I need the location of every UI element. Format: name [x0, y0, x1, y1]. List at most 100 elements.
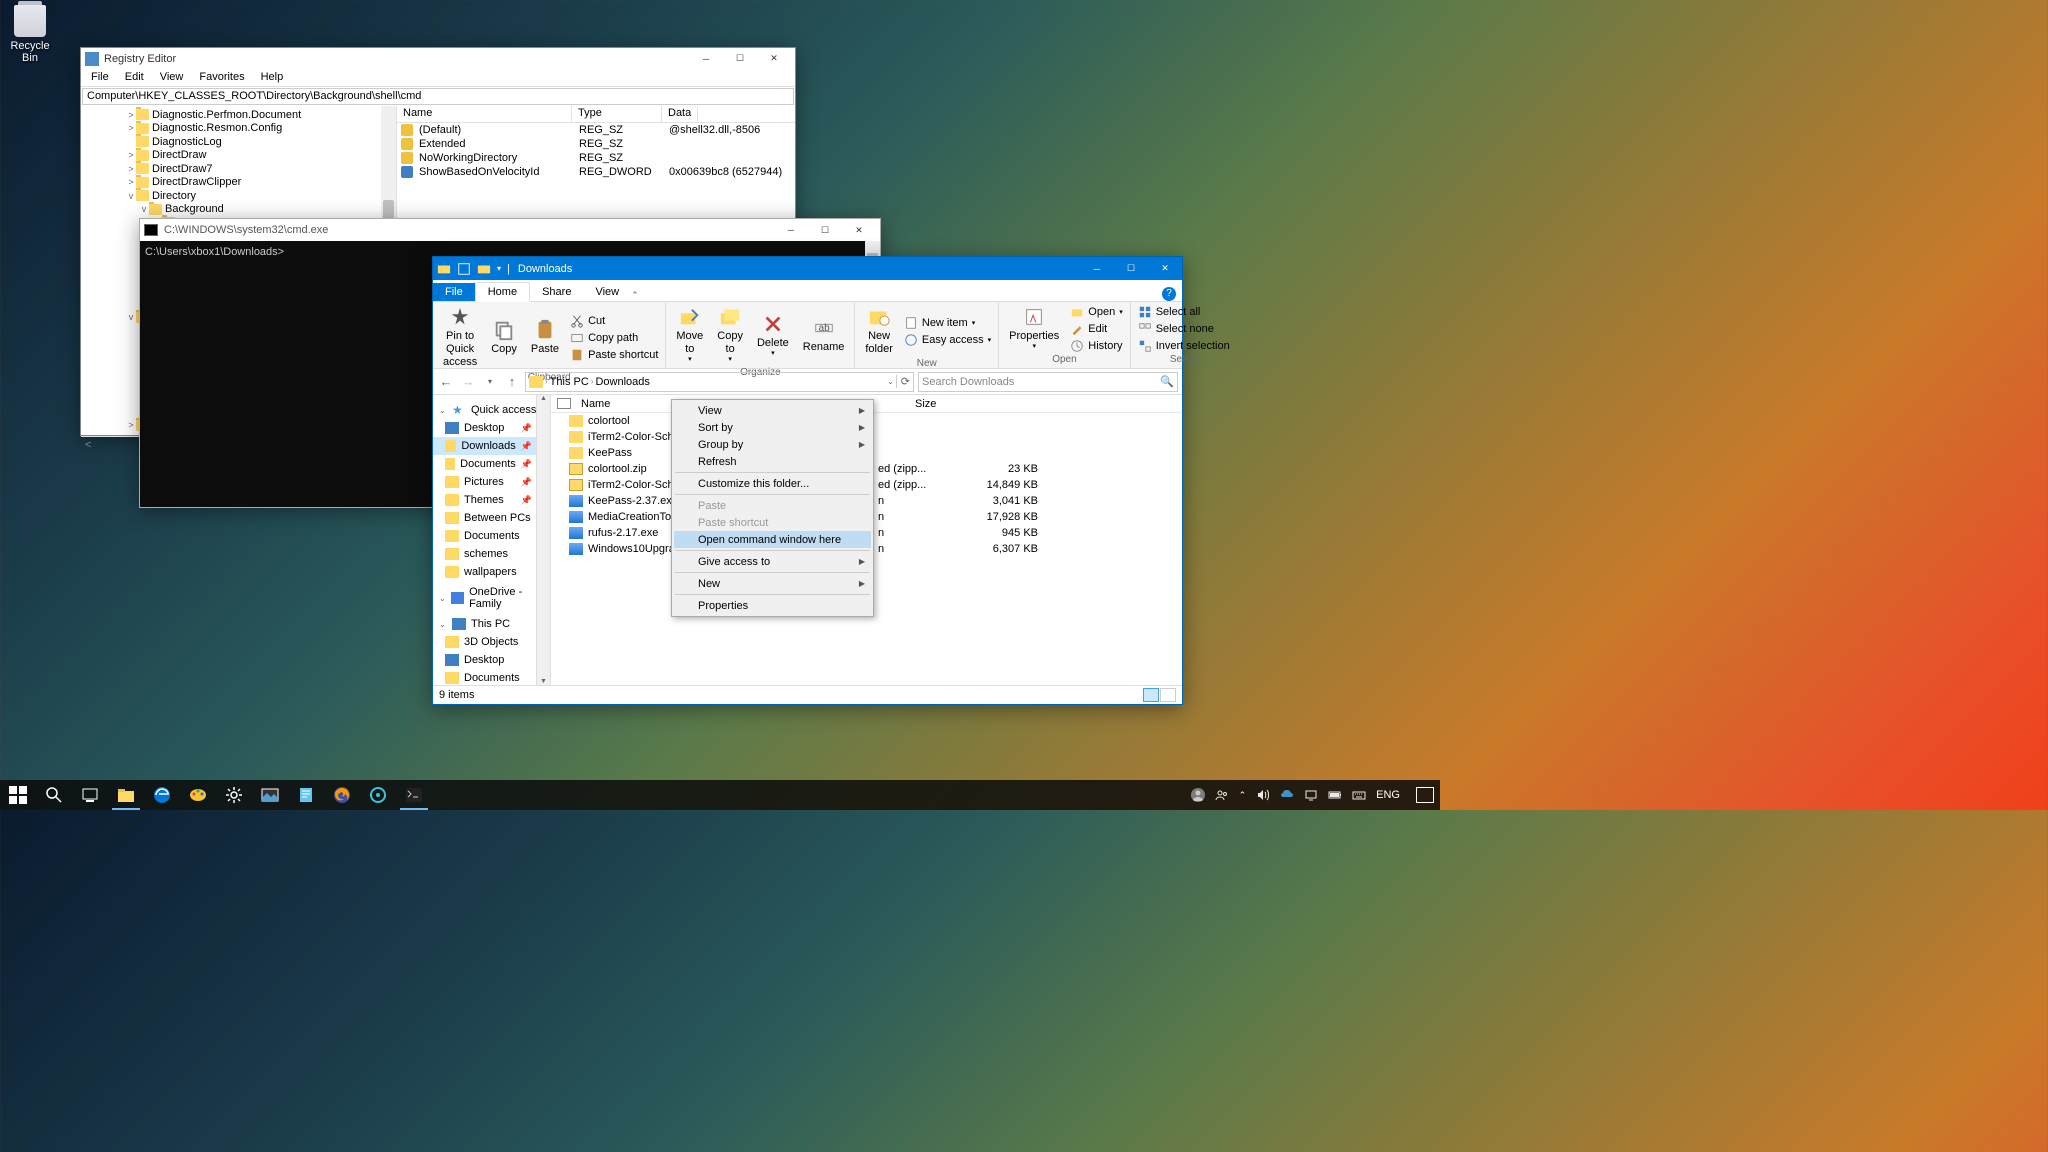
explorer-titlebar[interactable]: ▾ | Downloads ─ ☐ ✕: [433, 257, 1182, 280]
qat-dropdown-icon[interactable]: ▾: [497, 264, 501, 273]
menu-view[interactable]: View: [152, 69, 192, 86]
search-input[interactable]: Search Downloads 🔍: [918, 372, 1178, 392]
context-menu-item[interactable]: Refresh: [674, 453, 871, 470]
paste-shortcut-button[interactable]: Paste shortcut: [567, 347, 661, 363]
sidebar-item[interactable]: 3D Objects: [433, 633, 550, 651]
close-button[interactable]: ✕: [1148, 258, 1182, 280]
tab-home[interactable]: Home: [475, 282, 530, 302]
context-menu-item[interactable]: Group by▶: [674, 436, 871, 453]
icons-view-icon[interactable]: [1160, 688, 1176, 702]
forward-button[interactable]: →: [459, 374, 477, 389]
menu-help[interactable]: Help: [253, 69, 292, 86]
delete-button[interactable]: Delete▾: [751, 304, 795, 367]
minimize-button[interactable]: ─: [774, 220, 808, 240]
select-all-checkbox[interactable]: [557, 398, 571, 409]
easy-access-button[interactable]: Easy access ▾: [901, 332, 994, 348]
menu-favorites[interactable]: Favorites: [191, 69, 252, 86]
history-button[interactable]: History: [1067, 338, 1125, 354]
language-indicator[interactable]: ENG: [1376, 789, 1400, 801]
network-icon[interactable]: [1304, 788, 1318, 802]
breadcrumb[interactable]: › This PC › Downloads ⌄ ⟳: [525, 372, 914, 392]
search-button[interactable]: [36, 780, 72, 810]
volume-icon[interactable]: [1256, 788, 1270, 802]
tab-share[interactable]: Share: [530, 283, 583, 301]
maximize-button[interactable]: ☐: [808, 220, 842, 240]
registry-value-row[interactable]: ExtendedREG_SZ: [397, 137, 795, 151]
context-menu-item[interactable]: Properties: [674, 597, 871, 614]
keyboard-icon[interactable]: [1352, 788, 1366, 802]
tray-overflow-icon[interactable]: ⌃: [1239, 790, 1247, 801]
task-view-button[interactable]: [72, 780, 108, 810]
refresh-icon[interactable]: ⟳: [896, 375, 910, 388]
sidebar-item[interactable]: Between PCs: [433, 509, 550, 527]
onedrive-icon[interactable]: [1280, 788, 1294, 802]
recycle-bin[interactable]: Recycle Bin: [5, 5, 55, 64]
explorer-sidebar[interactable]: ⌄★Quick accessDesktop📌Downloads📌Document…: [433, 395, 551, 685]
sidebar-item[interactable]: Desktop: [433, 651, 550, 669]
taskbar-firefox[interactable]: [324, 780, 360, 810]
sidebar-scrollbar[interactable]: [536, 395, 550, 685]
sidebar-item[interactable]: Pictures📌: [433, 473, 550, 491]
taskbar-cmd[interactable]: [396, 780, 432, 810]
collapse-ribbon-icon[interactable]: ⌃: [631, 290, 639, 301]
user-icon[interactable]: [1191, 788, 1205, 802]
qat-icon[interactable]: [457, 262, 471, 276]
registry-value-row[interactable]: (Default)REG_SZ@shell32.dll,-8506: [397, 123, 795, 137]
edit-button[interactable]: Edit: [1067, 321, 1125, 337]
minimize-button[interactable]: ─: [1080, 258, 1114, 280]
taskbar-settings[interactable]: [216, 780, 252, 810]
sidebar-item[interactable]: schemes: [433, 545, 550, 563]
tree-item[interactable]: >Diagnostic.Perfmon.Document: [81, 108, 396, 122]
move-to-button[interactable]: Move to▾: [670, 304, 709, 367]
tree-item[interactable]: >Diagnostic.Resmon.Config: [81, 122, 396, 136]
people-icon[interactable]: [1215, 788, 1229, 802]
minimize-button[interactable]: ─: [689, 49, 723, 69]
open-button[interactable]: Open ▾: [1067, 304, 1125, 320]
tree-item[interactable]: >DirectDraw: [81, 149, 396, 163]
regedit-address-bar[interactable]: Computer\HKEY_CLASSES_ROOT\Directory\Bac…: [82, 88, 794, 105]
sidebar-item[interactable]: ⌄OneDrive - Family: [433, 589, 550, 607]
context-menu-item[interactable]: Give access to▶: [674, 553, 871, 570]
tab-file[interactable]: File: [433, 283, 475, 301]
select-all-button[interactable]: Select all: [1135, 304, 1233, 320]
context-menu-item[interactable]: Open command window here: [674, 531, 871, 548]
cmd-titlebar[interactable]: C:\WINDOWS\system32\cmd.exe ─ ☐ ✕: [140, 219, 880, 241]
invert-selection-button[interactable]: Invert selection: [1135, 338, 1233, 354]
sidebar-item[interactable]: ⌄This PC: [433, 615, 550, 633]
new-item-button[interactable]: New item ▾: [901, 315, 994, 331]
tree-item[interactable]: >DirectDrawClipper: [81, 176, 396, 190]
context-menu-item[interactable]: View▶: [674, 402, 871, 419]
sidebar-item[interactable]: ⌄★Quick access: [433, 401, 550, 419]
rename-button[interactable]: abRename: [797, 304, 851, 367]
context-menu-item[interactable]: New▶: [674, 575, 871, 592]
col-data[interactable]: Data: [662, 106, 698, 122]
col-size[interactable]: Size: [909, 395, 969, 412]
registry-value-row[interactable]: NoWorkingDirectoryREG_SZ: [397, 151, 795, 165]
copy-path-button[interactable]: Copy path: [567, 330, 661, 346]
copy-to-button[interactable]: Copy to▾: [711, 304, 749, 367]
regedit-titlebar[interactable]: Registry Editor ─ ☐ ✕: [81, 48, 795, 69]
tree-item[interactable]: vBackground: [81, 203, 396, 217]
context-menu-item[interactable]: Sort by▶: [674, 419, 871, 436]
registry-value-row[interactable]: ShowBasedOnVelocityIdREG_DWORD0x00639bc8…: [397, 165, 795, 179]
col-name[interactable]: Name: [397, 106, 572, 122]
properties-button[interactable]: Properties▾: [1003, 304, 1065, 354]
taskbar-paint[interactable]: [180, 780, 216, 810]
cut-button[interactable]: Cut: [567, 313, 661, 329]
paste-button[interactable]: Paste: [525, 304, 565, 372]
context-menu-item[interactable]: Customize this folder...: [674, 475, 871, 492]
new-folder-button[interactable]: New folder: [859, 304, 899, 358]
menu-file[interactable]: File: [83, 69, 117, 86]
taskbar-explorer[interactable]: [108, 780, 144, 810]
copy-button[interactable]: Copy: [485, 304, 523, 372]
help-icon[interactable]: ?: [1162, 287, 1176, 301]
battery-icon[interactable]: [1328, 788, 1342, 802]
taskbar-app[interactable]: [360, 780, 396, 810]
maximize-button[interactable]: ☐: [1114, 258, 1148, 280]
col-type[interactable]: Type: [572, 106, 662, 122]
menu-edit[interactable]: Edit: [117, 69, 152, 86]
sidebar-item[interactable]: wallpapers: [433, 563, 550, 581]
sidebar-item[interactable]: Themes📌: [433, 491, 550, 509]
back-button[interactable]: ←: [437, 374, 455, 389]
close-button[interactable]: ✕: [757, 49, 791, 69]
